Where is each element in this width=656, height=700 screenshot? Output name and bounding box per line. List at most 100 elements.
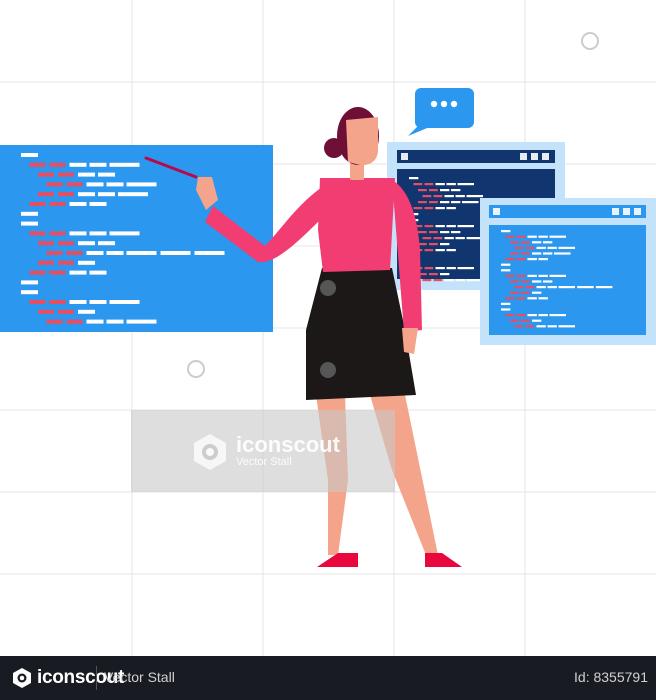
code-token [505,314,515,317]
sweater [318,178,395,272]
code-token [21,280,38,285]
code-token [429,273,438,276]
code-token [501,302,511,305]
code-token [424,267,434,270]
code-token [418,189,427,192]
code-token [126,251,157,255]
code-token [440,231,450,234]
code-token [446,225,456,228]
code-token [21,290,38,295]
code-token [543,280,553,283]
code-token [440,201,450,204]
watermark-brand: iconscout [236,432,340,457]
code-token [21,153,38,157]
code-token [514,246,524,249]
footer-divider [96,666,97,690]
code-token [547,246,557,249]
code-token [429,243,438,246]
code-token [444,279,454,282]
iconscout-logo-icon [13,668,31,688]
code-token [435,225,445,228]
code-token [69,202,87,206]
code-token [433,279,443,282]
footer-asset-id: Id: 8355791 [574,669,648,685]
code-token [549,274,566,277]
code-token [424,183,434,186]
code-token [38,172,54,177]
code-token [422,237,432,240]
code-token [440,243,450,246]
code-token [510,241,519,244]
code-token [69,162,87,167]
code-token [501,308,511,311]
footer-bar: iconscout Vector Stall Id: 8355791 [0,656,656,700]
code-token [527,297,537,300]
code-token [78,260,95,265]
code-token [462,201,479,204]
code-token [38,192,54,197]
code-token [413,183,423,186]
code-token [510,319,519,322]
code-token [536,325,546,328]
code-token [525,246,535,249]
code-token [58,260,74,265]
code-token [538,314,548,317]
code-token [89,300,107,304]
code-token [106,182,124,187]
code-token [49,300,66,304]
code-token [435,207,445,210]
code-token [455,237,465,240]
code-token [514,325,524,328]
code-token [451,201,461,204]
code-token [558,325,575,328]
code-token [194,251,225,255]
code-token [532,252,542,255]
code-token [536,286,546,289]
code-token [595,286,613,289]
code-token [58,172,74,177]
code-token [89,231,107,236]
code-token [505,258,515,261]
code-token [126,182,157,187]
code-token [521,291,530,294]
iconscout-logo-icon [194,434,226,470]
code-token [527,235,537,238]
code-token [118,192,148,197]
code-token [109,300,140,304]
code-token [510,252,519,255]
code-token [58,192,74,197]
code-token [501,263,511,266]
code-token [525,325,535,328]
code-token [98,241,115,246]
code-token [521,252,530,255]
code-token [413,207,423,210]
code-token [516,297,526,300]
code-token [89,202,107,206]
code-token [547,286,557,289]
code-token [98,192,115,197]
code-token [505,235,515,238]
code-token [422,195,432,198]
code-token [429,231,438,234]
code-token [429,189,438,192]
code-token [521,319,530,322]
code-token [501,269,511,272]
code-token [549,314,566,317]
code-token [543,241,553,244]
code-token [455,195,465,198]
code-token [409,177,419,180]
footer-author[interactable]: Vector Stall [104,669,175,685]
code-token [532,319,542,322]
code-token [554,252,571,255]
code-token [435,183,445,186]
code-token [38,260,54,265]
code-token [510,291,519,294]
code-token [78,172,95,177]
code-token [49,202,66,206]
code-token [538,258,548,261]
code-token [109,231,140,236]
code-token [451,231,461,234]
code-token [527,314,537,317]
code-token [446,249,456,252]
code-token [78,241,95,246]
